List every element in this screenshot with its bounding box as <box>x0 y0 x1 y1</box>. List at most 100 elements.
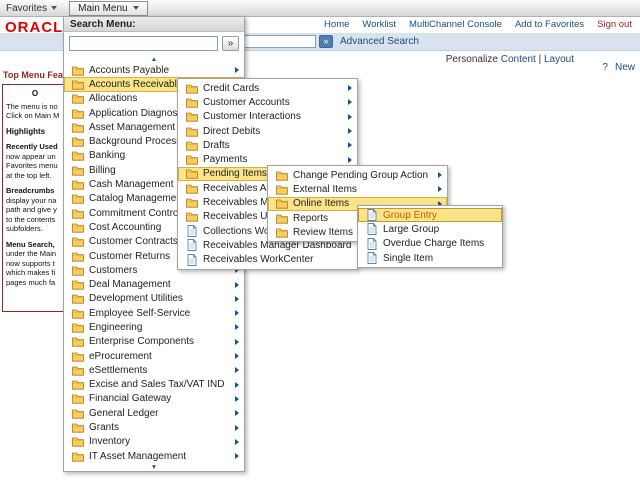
new-window-link[interactable]: New <box>615 62 635 73</box>
pagelet-section: The menu is noClick on Main M <box>6 102 64 121</box>
menu-item-financial-gateway[interactable]: Financial Gateway <box>64 392 244 406</box>
pagelet-title: Top Menu Feat <box>3 70 64 80</box>
menu-item-deal-management[interactable]: Deal Management <box>64 277 244 291</box>
menu-search-input[interactable] <box>69 36 218 51</box>
advanced-search-link[interactable]: Advanced Search <box>340 36 419 47</box>
header-link-home[interactable]: Home <box>324 19 349 30</box>
favorites-menu-button[interactable]: Favorites <box>6 3 57 14</box>
menu-item-employee-self-service[interactable]: Employee Self-Service <box>64 306 244 320</box>
personalize-layout-link[interactable]: Layout <box>544 54 574 65</box>
folder-icon <box>185 111 198 123</box>
folder-icon <box>71 307 84 319</box>
header-link-worklist[interactable]: Worklist <box>362 19 396 30</box>
folder-icon <box>71 436 84 448</box>
folder-icon <box>71 393 84 405</box>
global-search-go-button[interactable]: » <box>319 35 333 48</box>
menu-item-it-asset-management[interactable]: IT Asset Management <box>64 449 244 463</box>
doc-icon <box>365 252 378 264</box>
pagelet-text-line: to the contents <box>6 215 64 225</box>
personalize-bar: Personalize Content | Layout <box>446 54 574 65</box>
pagelet-text-line: subfolders. <box>6 224 64 234</box>
menu-item-change-pending-group-action[interactable]: Change Pending Group Action <box>268 168 447 182</box>
scroll-up-icon[interactable]: ▲ <box>64 55 244 63</box>
menu-item-large-group[interactable]: Large Group <box>358 222 502 236</box>
submenu-arrow-icon <box>235 382 239 388</box>
menu-item-drafts[interactable]: Drafts <box>178 138 357 152</box>
menu-item-label: IT Asset Management <box>89 451 230 462</box>
pagelet-section: Highlights <box>6 127 64 137</box>
pagelet-text-line: The menu is no <box>6 102 64 112</box>
menu-item-customer-interactions[interactable]: Customer Interactions <box>178 110 357 124</box>
doc-icon <box>365 209 378 221</box>
menu-item-single-item[interactable]: Single Item <box>358 251 502 265</box>
folder-icon <box>71 78 84 90</box>
menu-item-general-ledger[interactable]: General Ledger <box>64 406 244 420</box>
scroll-down-icon[interactable]: ▼ <box>64 463 244 471</box>
submenu-arrow-icon <box>235 296 239 302</box>
folder-icon <box>71 250 84 262</box>
submenu-arrow-icon <box>438 172 442 178</box>
menu-item-label: Payments <box>203 154 343 165</box>
search-menu-label: Search Menu: <box>70 19 136 30</box>
menu-item-development-utilities[interactable]: Development Utilities <box>64 292 244 306</box>
menu-item-label: Enterprise Components <box>89 336 230 347</box>
menu-item-grants[interactable]: Grants <box>64 420 244 434</box>
folder-icon <box>185 182 198 194</box>
header-link-add-to-favorites[interactable]: Add to Favorites <box>515 19 584 30</box>
menu-item-esettlements[interactable]: eSettlements <box>64 363 244 377</box>
menu-item-label: Accounts Payable <box>89 65 230 76</box>
folder-icon <box>71 321 84 333</box>
folder-icon <box>71 236 84 248</box>
menu-search-go-button[interactable]: » <box>222 36 239 51</box>
folder-icon <box>71 364 84 376</box>
menu-item-inventory[interactable]: Inventory <box>64 435 244 449</box>
help-icon[interactable]: ? <box>602 62 608 73</box>
menu-item-receivables-workcenter[interactable]: Receivables WorkCenter <box>178 253 357 267</box>
menu-item-label: Development Utilities <box>89 293 230 304</box>
folder-icon <box>71 293 84 305</box>
pagelet-section: Menu Search,under the Mainnow supports t… <box>6 240 64 288</box>
menu-item-label: Credit Cards <box>203 83 343 94</box>
pagelet-section: Breadcrumbsdisplay your napath and give … <box>6 186 64 234</box>
header-link-multichannel-console[interactable]: MultiChannel Console <box>409 19 502 30</box>
submenu-arrow-icon <box>235 453 239 459</box>
menu-item-label: External Items <box>293 184 433 195</box>
menu-item-eprocurement[interactable]: eProcurement <box>64 349 244 363</box>
menu-item-customer-accounts[interactable]: Customer Accounts <box>178 95 357 109</box>
menu-item-credit-cards[interactable]: Credit Cards <box>178 81 357 95</box>
personalize-label: Personalize <box>446 54 498 65</box>
submenu-arrow-icon <box>348 128 352 134</box>
header-link-sign-out[interactable]: Sign out <box>597 19 632 30</box>
submenu-arrow-icon <box>235 410 239 416</box>
folder-icon <box>71 350 84 362</box>
pagelet-lead: Breadcrumbs <box>6 186 64 196</box>
doc-icon <box>365 238 378 250</box>
menu-item-label: Large Group <box>383 224 497 235</box>
top-menu-bar: Favorites Main Menu <box>0 0 640 17</box>
pagelet-text-line: under the Main <box>6 249 64 259</box>
folder-icon <box>71 422 84 434</box>
menu-search-row: » <box>64 32 244 55</box>
folder-icon <box>185 154 198 166</box>
folder-icon <box>71 93 84 105</box>
submenu-arrow-icon <box>235 425 239 431</box>
menu-item-label: Inventory <box>89 436 230 447</box>
menu-item-overdue-charge-items[interactable]: Overdue Charge Items <box>358 237 502 251</box>
menu-item-external-items[interactable]: External Items <box>268 182 447 196</box>
folder-icon <box>275 198 288 210</box>
online-items-submenu: Group Entry Large Group Overdue Charge Ite… <box>357 205 503 268</box>
menu-item-enterprise-components[interactable]: Enterprise Components <box>64 335 244 349</box>
menu-item-engineering[interactable]: Engineering <box>64 320 244 334</box>
folder-icon <box>275 183 288 195</box>
menu-item-direct-debits[interactable]: Direct Debits <box>178 124 357 138</box>
menu-item-label: Excise and Sales Tax/VAT IND <box>89 379 230 390</box>
menu-item-label: Customer Accounts <box>203 97 343 108</box>
menu-item-excise-and-sales-tax-vat-ind[interactable]: Excise and Sales Tax/VAT IND <box>64 378 244 392</box>
main-menu-button[interactable]: Main Menu <box>69 1 147 16</box>
menu-item-accounts-payable[interactable]: Accounts Payable <box>64 63 244 77</box>
menu-item-label: Direct Debits <box>203 126 343 137</box>
peoplesoft-homepage: { "topbar": { "favorites_label": "Favori… <box>0 0 640 480</box>
menu-item-group-entry[interactable]: Group Entry <box>358 208 502 222</box>
pagelet-subheading: Highlights <box>6 127 64 137</box>
personalize-content-link[interactable]: Content <box>501 54 536 65</box>
